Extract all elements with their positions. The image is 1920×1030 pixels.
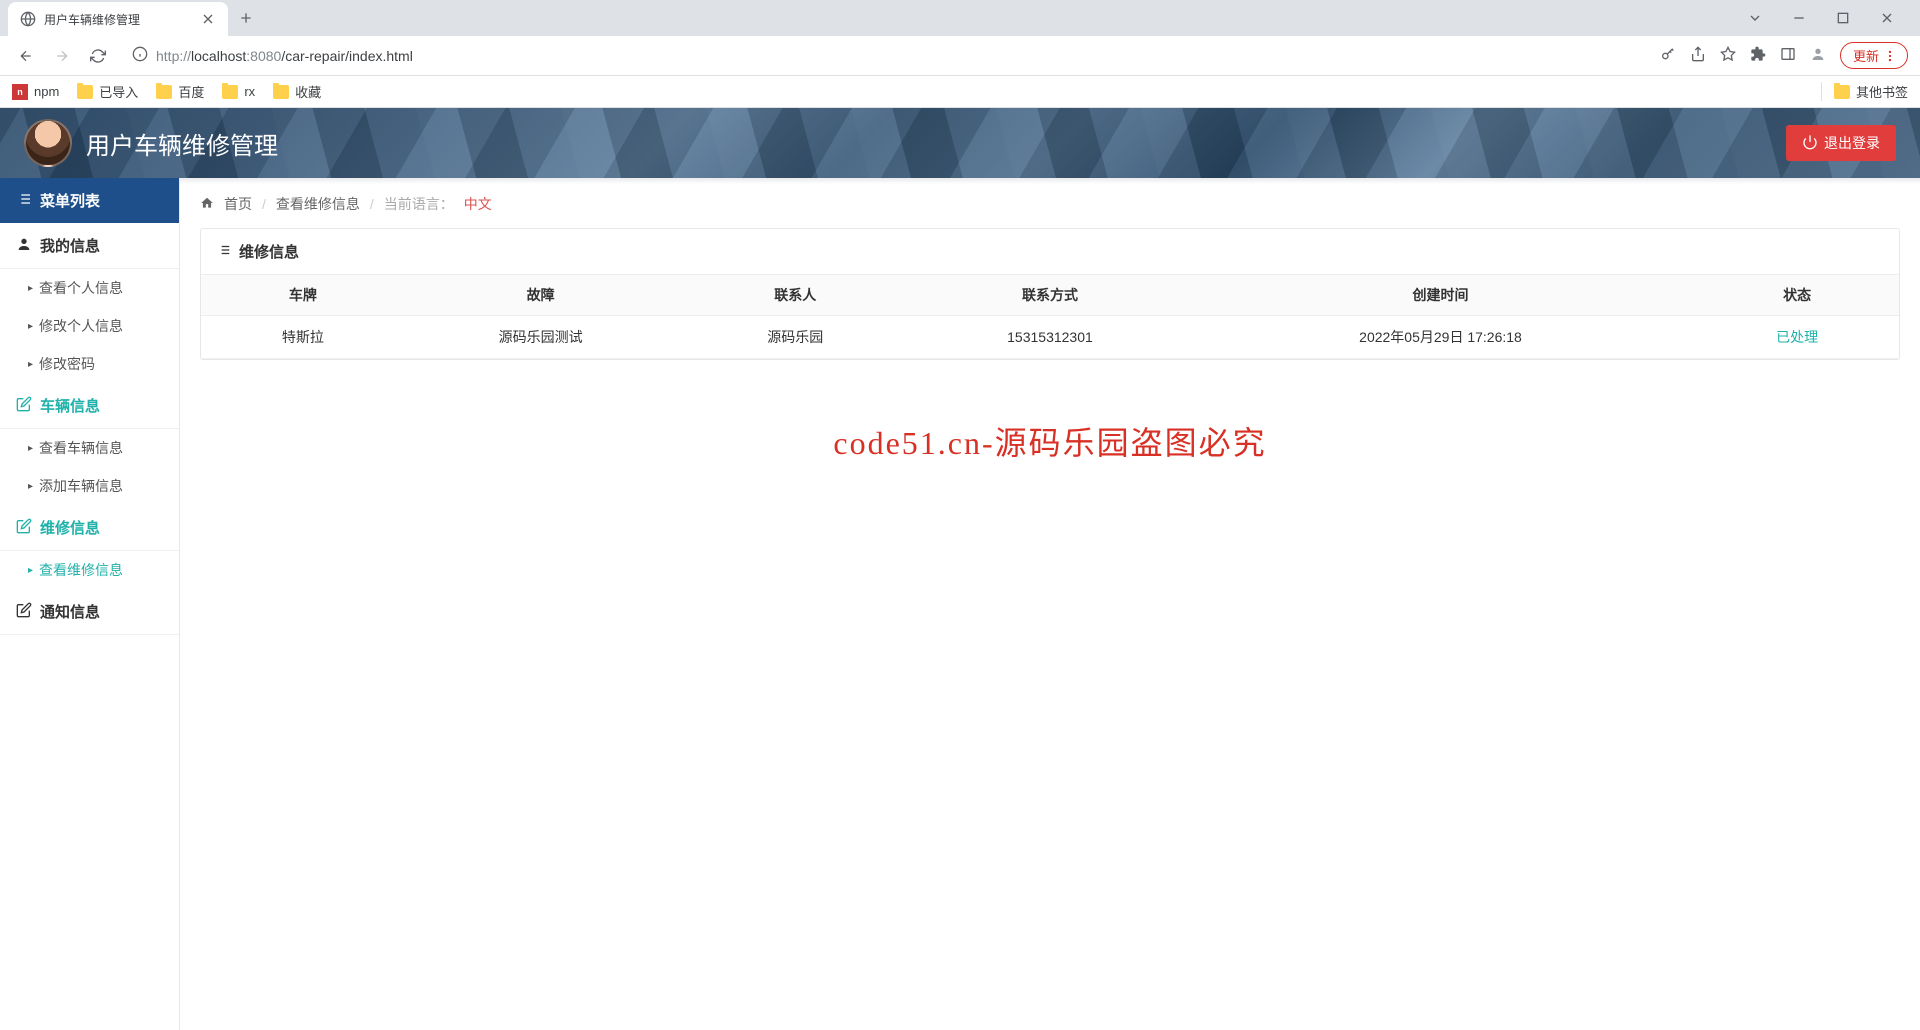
forward-button[interactable] [48, 42, 76, 70]
col-plate: 车牌 [201, 275, 405, 316]
sidebar-section-vehicle-info[interactable]: 车辆信息 [0, 383, 179, 429]
caret-right-icon: ▸ [28, 321, 33, 332]
breadcrumb: 首页 / 查看维修信息 / 当前语言： 中文 [200, 194, 1900, 228]
profile-icon[interactable] [1810, 46, 1826, 65]
tab-title: 用户车辆维修管理 [44, 11, 192, 28]
browser-tab[interactable]: 用户车辆维修管理 [8, 2, 228, 36]
caret-right-icon: ▸ [28, 481, 33, 492]
sidebar-section-notify-info[interactable]: 通知信息 [0, 589, 179, 635]
watermark: code51.cn-源码乐园盗图必究 [180, 418, 1920, 464]
sidebar-item-add-vehicle[interactable]: ▸添加车辆信息 [0, 467, 179, 505]
url-text: http://localhost:8080/car-repair/index.h… [156, 48, 413, 64]
back-button[interactable] [12, 42, 40, 70]
update-button[interactable]: 更新 [1840, 42, 1908, 69]
sidebar-item-edit-personal[interactable]: ▸修改个人信息 [0, 307, 179, 345]
bookmark-other[interactable]: 其他书签 [1821, 82, 1908, 101]
list-icon [217, 243, 231, 261]
window-controls [1742, 5, 1912, 31]
chevron-down-icon[interactable] [1742, 5, 1768, 31]
bookmarks-bar: nnpm 已导入 百度 rx 收藏 其他书签 [0, 76, 1920, 108]
bookmark-rx[interactable]: rx [222, 84, 255, 99]
folder-icon [222, 85, 238, 99]
sidebar-item-view-personal[interactable]: ▸查看个人信息 [0, 269, 179, 307]
main-content: 首页 / 查看维修信息 / 当前语言： 中文 维修信息 车牌 故障 联系人 联系… [180, 178, 1920, 1030]
avatar [24, 119, 72, 167]
caret-right-icon: ▸ [28, 359, 33, 370]
cell-contact: 源码乐园 [676, 316, 914, 359]
extensions-icon[interactable] [1750, 46, 1766, 65]
sidebar: 菜单列表 我的信息 ▸查看个人信息 ▸修改个人信息 ▸修改密码 车辆信息 ▸查看… [0, 178, 180, 1030]
edit-icon [16, 518, 32, 538]
repair-panel: 维修信息 车牌 故障 联系人 联系方式 创建时间 状态 特斯拉 [200, 228, 1900, 360]
folder-icon [1834, 85, 1850, 99]
caret-right-icon: ▸ [28, 565, 33, 576]
npm-icon: n [12, 84, 28, 100]
table-row: 特斯拉 源码乐园测试 源码乐园 15315312301 2022年05月29日 … [201, 316, 1899, 359]
bookmark-npm[interactable]: nnpm [12, 84, 59, 100]
breadcrumb-current: 查看维修信息 [276, 194, 360, 214]
cell-plate: 特斯拉 [201, 316, 405, 359]
edit-icon [16, 396, 32, 416]
sidebar-item-edit-password[interactable]: ▸修改密码 [0, 345, 179, 383]
folder-icon [156, 85, 172, 99]
star-icon[interactable] [1720, 46, 1736, 65]
window-close-icon[interactable] [1874, 5, 1900, 31]
url-bar: http://localhost:8080/car-repair/index.h… [0, 36, 1920, 76]
menu-header: 菜单列表 [0, 178, 179, 223]
folder-icon [273, 85, 289, 99]
share-icon[interactable] [1690, 46, 1706, 65]
sidebar-item-view-repair[interactable]: ▸查看维修信息 [0, 551, 179, 589]
edit-icon [16, 602, 32, 622]
tab-bar: 用户车辆维修管理 [0, 0, 1920, 36]
new-tab-button[interactable] [232, 4, 260, 32]
cell-status: 已处理 [1695, 316, 1899, 359]
caret-right-icon: ▸ [28, 443, 33, 454]
minimize-icon[interactable] [1786, 5, 1812, 31]
power-icon [1802, 134, 1818, 153]
bookmark-favorites[interactable]: 收藏 [273, 82, 321, 101]
sidebar-section-repair-info[interactable]: 维修信息 [0, 505, 179, 551]
col-status: 状态 [1695, 275, 1899, 316]
lang-value[interactable]: 中文 [464, 194, 492, 214]
col-fault: 故障 [405, 275, 677, 316]
breadcrumb-separator: / [370, 196, 374, 212]
lang-label: 当前语言： [384, 194, 454, 214]
globe-icon [20, 11, 36, 27]
breadcrumb-home[interactable]: 首页 [224, 194, 252, 214]
col-phone: 联系方式 [914, 275, 1186, 316]
key-icon[interactable] [1660, 46, 1676, 65]
maximize-icon[interactable] [1830, 5, 1856, 31]
col-created: 创建时间 [1186, 275, 1695, 316]
breadcrumb-separator: / [262, 196, 266, 212]
list-icon [16, 191, 32, 211]
sidebar-section-my-info[interactable]: 我的信息 [0, 223, 179, 269]
folder-icon [77, 85, 93, 99]
url-action-icons: 更新 [1660, 42, 1908, 69]
user-icon [16, 236, 32, 256]
url-field[interactable]: http://localhost:8080/car-repair/index.h… [120, 41, 1652, 71]
table-header-row: 车牌 故障 联系人 联系方式 创建时间 状态 [201, 275, 1899, 316]
cell-fault: 源码乐园测试 [405, 316, 677, 359]
close-icon[interactable] [200, 11, 216, 27]
browser-chrome: 用户车辆维修管理 http://localhost:8080/car-repai… [0, 0, 1920, 108]
cell-phone: 15315312301 [914, 316, 1186, 359]
col-contact: 联系人 [676, 275, 914, 316]
panel-icon[interactable] [1780, 46, 1796, 65]
repair-table: 车牌 故障 联系人 联系方式 创建时间 状态 特斯拉 源码乐园测试 源码乐园 1… [201, 274, 1899, 359]
app-banner: 用户车辆维修管理 退出登录 [0, 108, 1920, 178]
bookmark-imported[interactable]: 已导入 [77, 82, 138, 101]
home-icon [200, 196, 214, 213]
logout-button[interactable]: 退出登录 [1786, 125, 1896, 161]
info-icon [132, 46, 148, 65]
bookmark-baidu[interactable]: 百度 [156, 82, 204, 101]
caret-right-icon: ▸ [28, 283, 33, 294]
reload-button[interactable] [84, 42, 112, 70]
sidebar-item-view-vehicle[interactable]: ▸查看车辆信息 [0, 429, 179, 467]
panel-header: 维修信息 [201, 229, 1899, 274]
cell-created: 2022年05月29日 17:26:18 [1186, 316, 1695, 359]
app-body: 菜单列表 我的信息 ▸查看个人信息 ▸修改个人信息 ▸修改密码 车辆信息 ▸查看… [0, 178, 1920, 1030]
page-title: 用户车辆维修管理 [86, 126, 278, 161]
